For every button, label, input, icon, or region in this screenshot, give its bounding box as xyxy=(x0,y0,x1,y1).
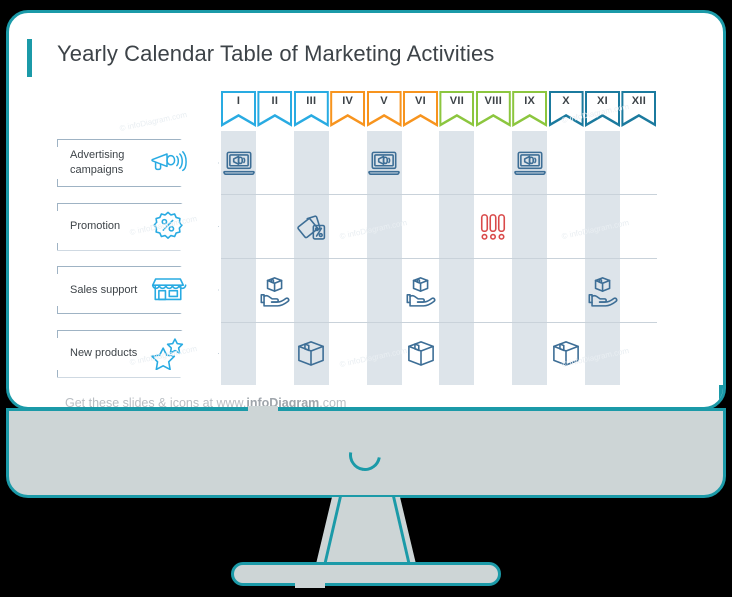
month-label: II xyxy=(271,95,279,107)
megaphone-icon xyxy=(149,145,187,181)
month-label: III xyxy=(306,95,317,107)
box-icon xyxy=(294,340,328,376)
cell-iii-promotion[interactable] xyxy=(294,210,328,244)
row-label-text: New products xyxy=(70,347,138,360)
row-label-text: Promotion xyxy=(70,220,121,233)
month-label: V xyxy=(380,95,388,107)
month-ribbon-ix[interactable]: IX xyxy=(512,91,548,127)
laptop-megaphone-icon xyxy=(222,151,256,184)
laptop-megaphone-icon xyxy=(367,151,401,184)
cell-viii-promotion[interactable] xyxy=(476,210,510,244)
hand-box-icon xyxy=(258,276,292,312)
cell-i-advertising-campaigns[interactable] xyxy=(222,146,256,180)
monitor-screen: Yearly Calendar Table of Marketing Activ… xyxy=(6,10,726,410)
row-label-notch xyxy=(57,274,59,306)
box-icon xyxy=(549,340,583,376)
footer-accent-bar xyxy=(719,385,723,407)
month-label: XII xyxy=(631,95,647,107)
title-accent-bar xyxy=(27,39,32,77)
row-label-advertising-campaigns[interactable]: Advertising campaigns xyxy=(57,139,219,187)
stand-base-notch xyxy=(295,582,325,588)
row-label-notch xyxy=(57,337,59,370)
cell-ix-advertising-campaigns[interactable] xyxy=(513,146,547,180)
triple-exclamation-icon xyxy=(476,213,510,248)
monitor-stand-base xyxy=(231,562,501,586)
cell-v-advertising-campaigns[interactable] xyxy=(367,146,401,180)
month-ribbon-v[interactable]: V xyxy=(366,91,402,127)
shop-icon xyxy=(149,272,187,308)
slide-canvas: Yearly Calendar Table of Marketing Activ… xyxy=(9,13,723,407)
month-label: XI xyxy=(597,95,608,107)
price-tags-percent-icon xyxy=(294,214,328,248)
cell-vi-new-products[interactable] xyxy=(404,338,438,372)
cell-x-new-products[interactable] xyxy=(549,338,583,372)
row-label-sales-support[interactable]: Sales support xyxy=(57,266,219,314)
month-ribbon-viii[interactable]: VIII xyxy=(475,91,511,127)
month-label: VI xyxy=(415,95,426,107)
month-ribbon-i[interactable]: I xyxy=(221,91,256,127)
month-ribbon-xii[interactable]: XII xyxy=(621,91,657,127)
row-label-new-products[interactable]: New products xyxy=(57,329,219,378)
percent-badge-icon xyxy=(149,209,187,245)
month-ribbon-iv[interactable]: IV xyxy=(330,91,366,127)
row-label-notch xyxy=(57,147,59,179)
month-ribbon-x[interactable]: X xyxy=(548,91,584,127)
month-ribbon-iii[interactable]: III xyxy=(293,91,329,127)
page-title: Yearly Calendar Table of Marketing Activ… xyxy=(57,41,495,66)
row-label-text: Advertising campaigns xyxy=(70,149,125,176)
row-label-notch xyxy=(57,210,59,243)
month-label: VIII xyxy=(484,95,503,107)
cell-iii-new-products[interactable] xyxy=(294,338,328,372)
month-label: VII xyxy=(449,95,465,107)
month-label: IV xyxy=(342,95,354,107)
month-ribbon-vi[interactable]: VI xyxy=(403,91,438,127)
cell-vi-sales-support[interactable] xyxy=(404,274,438,308)
hand-box-icon xyxy=(586,276,620,312)
chin-notch xyxy=(248,406,278,411)
laptop-megaphone-icon xyxy=(513,151,547,184)
row-label-promotion[interactable]: Promotion xyxy=(57,202,219,251)
calendar-cells xyxy=(221,131,657,385)
row-label-text: Sales support xyxy=(70,283,138,296)
watermark: © infoDiagram.com xyxy=(118,109,188,134)
month-label: I xyxy=(236,95,241,107)
month-label: IX xyxy=(524,95,536,107)
month-ribbon-vii[interactable]: VII xyxy=(439,91,475,127)
month-label: X xyxy=(562,95,570,107)
stars-icon xyxy=(149,336,187,372)
month-ribbon-xi[interactable]: XI xyxy=(585,91,620,127)
hand-box-icon xyxy=(404,276,438,312)
box-icon xyxy=(404,340,438,376)
cell-xi-sales-support[interactable] xyxy=(586,274,620,308)
cell-ii-sales-support[interactable] xyxy=(258,274,292,308)
month-ribbon-ii[interactable]: II xyxy=(257,91,293,127)
screenshot-root: Yearly Calendar Table of Marketing Activ… xyxy=(0,0,732,597)
